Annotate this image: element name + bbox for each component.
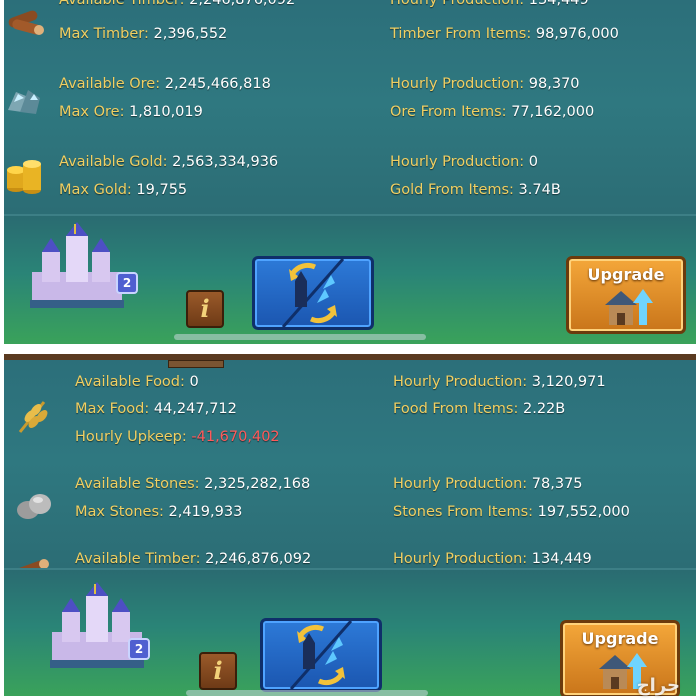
info-button[interactable]: i (199, 652, 237, 690)
resources-panel-bottom: Available Food: 0 Max Food: 44,247,712 H… (4, 354, 696, 696)
upgrade-label: Upgrade (587, 265, 665, 284)
swap-resources-button[interactable] (260, 618, 382, 692)
action-bar: 2 i Upgrade (4, 568, 696, 696)
swap-resources-button[interactable] (252, 256, 374, 330)
timber-max: Max Timber: 2,396,552 (59, 26, 228, 42)
scroll-handle[interactable] (174, 334, 426, 340)
resources-panel-top: Available Timber: 2,246,876,092 Max Timb… (4, 0, 696, 344)
gold-icon (7, 160, 41, 194)
timber-available: Available Timber: 2,246,876,092 (75, 551, 312, 567)
ore-available: Available Ore: 2,245,466,818 (59, 76, 271, 92)
action-bar: 2 i Upgrade (4, 214, 696, 344)
timber-from-items: Timber From Items: 98,976,000 (390, 26, 619, 42)
timber-available: Available Timber: 2,246,876,092 (59, 0, 296, 8)
ore-max: Max Ore: 1,810,019 (59, 104, 203, 120)
timber-hourly: Hourly Production: 134,449 (393, 551, 592, 567)
swap-icon (289, 620, 353, 690)
gold-from-items: Gold From Items: 3.74B (390, 182, 561, 198)
swap-icon (281, 258, 345, 328)
castle-level-badge: 2 (116, 272, 138, 294)
castle-level-badge: 2 (128, 638, 150, 660)
watermark-logo: حراج (636, 675, 680, 696)
stones-icon (17, 494, 51, 519)
castle-icon[interactable] (22, 222, 132, 312)
food-upkeep: Hourly Upkeep: -41,670,402 (75, 429, 280, 445)
info-icon: i (200, 294, 210, 323)
gold-max: Max Gold: 19,755 (59, 182, 188, 198)
stones-max: Max Stones: 2,419,933 (75, 504, 243, 520)
food-available: Available Food: 0 (75, 374, 199, 390)
info-button[interactable]: i (186, 290, 224, 328)
upgrade-label: Upgrade (581, 629, 659, 648)
upgrade-button[interactable]: Upgrade (566, 256, 686, 334)
food-from-items: Food From Items: 2.22B (393, 401, 566, 417)
timber-hourly: Hourly Production: 134,449 (390, 0, 589, 8)
gold-available: Available Gold: 2,563,334,936 (59, 154, 279, 170)
stones-hourly: Hourly Production: 78,375 (393, 476, 583, 492)
food-hourly: Hourly Production: 3,120,971 (393, 374, 606, 390)
ore-icon (8, 90, 40, 114)
stones-available: Available Stones: 2,325,282,168 (75, 476, 311, 492)
stones-from-items: Stones From Items: 197,552,000 (393, 504, 630, 520)
upgrade-house-icon (605, 289, 653, 325)
frame-ornament (168, 360, 224, 368)
ore-hourly: Hourly Production: 98,370 (390, 76, 580, 92)
food-icon (18, 401, 48, 433)
ore-from-items: Ore From Items: 77,162,000 (390, 104, 595, 120)
gold-hourly: Hourly Production: 0 (390, 154, 539, 170)
food-max: Max Food: 44,247,712 (75, 401, 237, 417)
scroll-handle[interactable] (186, 690, 428, 696)
info-icon: i (213, 656, 223, 685)
timber-icon (8, 10, 44, 35)
